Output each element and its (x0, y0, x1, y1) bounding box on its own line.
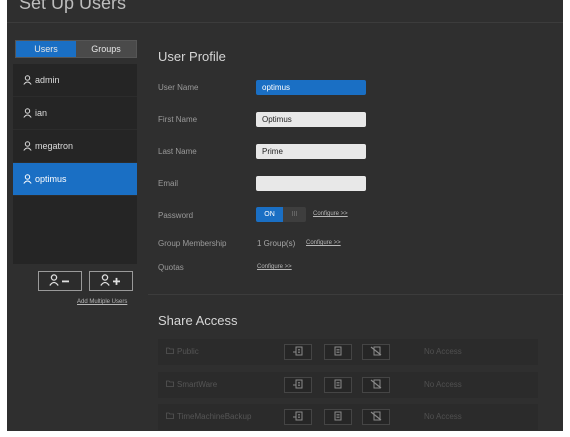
user-profile-heading: User Profile (158, 49, 226, 64)
read-only-icon (333, 376, 343, 394)
remove-user-button[interactable] (38, 271, 82, 291)
add-multiple-users-link[interactable]: Add Multiple Users (77, 299, 127, 305)
folder-icon (166, 380, 174, 389)
user-name-label: megatron (35, 141, 74, 151)
folder-icon (166, 347, 174, 356)
full-access-icon (292, 376, 304, 394)
share-row: Public No Access (158, 339, 538, 365)
user-list-item-admin[interactable]: admin (13, 64, 137, 97)
share-name: Public (166, 347, 199, 356)
read-only-icon (333, 408, 343, 426)
password-label: Password (158, 211, 194, 220)
user-name-label: ian (35, 108, 48, 118)
access-level: No Access (424, 380, 462, 389)
share-name-label: Public (177, 347, 199, 356)
group-configure-link[interactable]: Configure >> (306, 240, 341, 246)
first-name-label: First Name (158, 115, 198, 124)
user-icon (23, 174, 32, 184)
tab-groups[interactable]: Groups (76, 41, 136, 57)
user-icon (23, 108, 32, 118)
section-divider (148, 294, 563, 295)
email-field[interactable] (256, 176, 366, 191)
first-name-field[interactable]: Optimus (256, 112, 366, 127)
user-plus-icon (100, 273, 122, 289)
page-title: Set Up Users (19, 0, 127, 13)
group-membership-label: Group Membership (158, 239, 227, 248)
share-access-heading: Share Access (158, 313, 238, 328)
share-name-label: SmartWare (177, 380, 218, 389)
group-count: 1 Group(s) (257, 239, 296, 248)
password-configure-link[interactable]: Configure >> (313, 211, 348, 217)
read-only-button[interactable] (324, 344, 352, 360)
read-only-icon (333, 343, 343, 361)
user-icon (23, 75, 32, 85)
quotas-label: Quotas (158, 263, 184, 272)
share-name: TimeMachineBackup (166, 412, 251, 421)
password-toggle-on: ON (256, 207, 283, 222)
user-list-item-ian[interactable]: ian (13, 97, 137, 130)
no-access-icon (370, 408, 382, 426)
full-access-button[interactable] (284, 344, 312, 360)
no-access-icon (370, 343, 382, 361)
users-groups-toggle: Users Groups (15, 40, 137, 58)
password-toggle-off: III (283, 207, 306, 222)
last-name-label: Last Name (158, 147, 197, 156)
full-access-button[interactable] (284, 377, 312, 393)
user-name-label: admin (35, 75, 60, 85)
quotas-configure-link[interactable]: Configure >> (257, 264, 292, 270)
no-access-button[interactable] (362, 377, 390, 393)
tab-users[interactable]: Users (16, 41, 76, 57)
access-level: No Access (424, 412, 462, 421)
user-icon (23, 141, 32, 151)
full-access-icon (292, 343, 304, 361)
full-access-icon (292, 408, 304, 426)
user-list: admin ian megatron optimus (13, 64, 137, 264)
share-row: TimeMachineBackup No Access (158, 404, 538, 430)
user-list-item-optimus[interactable]: optimus (13, 163, 137, 196)
read-only-button[interactable] (324, 377, 352, 393)
folder-icon (166, 412, 174, 421)
user-name-label: User Name (158, 83, 199, 92)
share-row: SmartWare No Access (158, 372, 538, 398)
access-level: No Access (424, 347, 462, 356)
add-user-button[interactable] (89, 271, 133, 291)
user-list-item-megatron[interactable]: megatron (13, 130, 137, 163)
app-window: Set Up Users Users Groups admin ian mega… (7, 0, 563, 431)
password-toggle[interactable]: ON III (256, 207, 306, 222)
no-access-button[interactable] (362, 409, 390, 425)
user-name-field[interactable]: optimus (256, 80, 366, 95)
user-minus-icon (49, 273, 71, 289)
read-only-button[interactable] (324, 409, 352, 425)
full-access-button[interactable] (284, 409, 312, 425)
share-name-label: TimeMachineBackup (177, 412, 252, 421)
share-name: SmartWare (166, 380, 217, 389)
last-name-field[interactable]: Prime (256, 144, 366, 159)
user-name-label: optimus (35, 174, 67, 184)
no-access-button[interactable] (362, 344, 390, 360)
no-access-icon (370, 376, 382, 394)
title-divider (7, 22, 563, 23)
email-label: Email (158, 179, 179, 188)
